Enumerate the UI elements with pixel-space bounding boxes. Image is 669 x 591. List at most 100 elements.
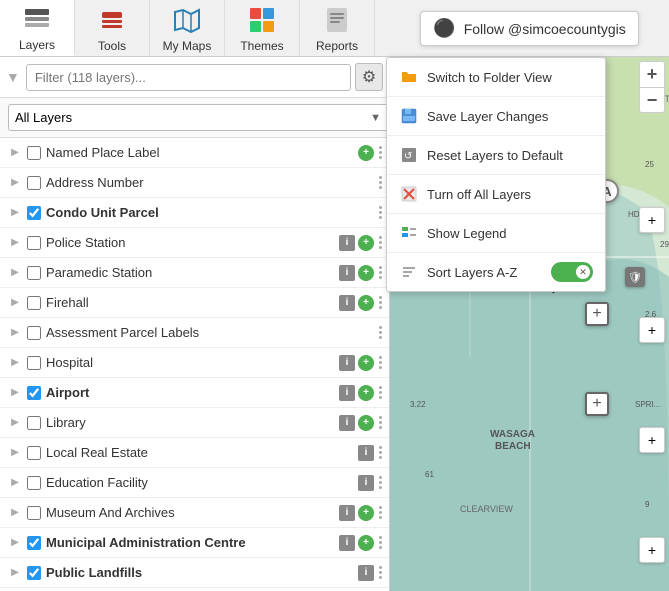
info-icon[interactable]: i	[339, 505, 355, 521]
layer-select[interactable]: All Layers	[8, 104, 390, 131]
gear-button[interactable]: ⚙	[355, 63, 383, 91]
expand-button[interactable]: ▶	[8, 386, 22, 400]
expand-button[interactable]: ▶	[8, 566, 22, 580]
sort-toggle[interactable]: ✕	[551, 262, 593, 282]
menu-item-turnoff[interactable]: Turn off All Layers	[387, 175, 605, 214]
layer-checkbox[interactable]	[27, 356, 41, 370]
expand-button[interactable]: ▶	[8, 476, 22, 490]
layer-item: ▶Condo Unit Parcel	[0, 198, 389, 228]
expand-button[interactable]: ▶	[8, 506, 22, 520]
layer-checkbox[interactable]	[27, 266, 41, 280]
dots-menu[interactable]	[376, 474, 385, 491]
expand-button[interactable]: ▶	[8, 266, 22, 280]
layer-item: ▶Address Number	[0, 168, 389, 198]
info-icon[interactable]: i	[339, 295, 355, 311]
layer-checkbox[interactable]	[27, 566, 41, 580]
info-icon[interactable]: i	[339, 235, 355, 251]
expand-button[interactable]: ▶	[8, 236, 22, 250]
info-icon[interactable]: i	[339, 535, 355, 551]
menu-item-legend[interactable]: Show Legend	[387, 214, 605, 253]
layer-checkbox[interactable]	[27, 206, 41, 220]
follow-button[interactable]: ⚫ Follow @simcoecountygis	[420, 11, 638, 46]
expand-button[interactable]: ▶	[8, 326, 22, 340]
dots-menu[interactable]	[376, 174, 385, 191]
nav-item-tools[interactable]: Tools	[75, 0, 150, 56]
green-dot-icon[interactable]: +	[358, 355, 374, 371]
info-icon[interactable]: i	[339, 415, 355, 431]
search-input[interactable]	[26, 64, 351, 91]
dots-menu[interactable]	[376, 294, 385, 311]
dots-menu[interactable]	[376, 354, 385, 371]
layer-checkbox[interactable]	[27, 536, 41, 550]
layer-checkbox[interactable]	[27, 386, 41, 400]
layer-checkbox[interactable]	[27, 446, 41, 460]
green-dot-icon[interactable]: +	[358, 145, 374, 161]
layer-checkbox[interactable]	[27, 146, 41, 160]
expand-button[interactable]: ▶	[8, 536, 22, 550]
sort-icon	[399, 262, 419, 282]
zoom-out-button[interactable]: −	[639, 87, 665, 113]
nav-item-reports[interactable]: Reports	[300, 0, 375, 56]
info-icon[interactable]: i	[358, 565, 374, 581]
dots-menu[interactable]	[376, 264, 385, 281]
dots-menu[interactable]	[376, 144, 385, 161]
nav-item-mymaps[interactable]: My Maps	[150, 0, 225, 56]
green-dot-icon[interactable]: +	[358, 295, 374, 311]
dots-menu[interactable]	[376, 504, 385, 521]
dots-menu[interactable]	[376, 234, 385, 251]
layer-checkbox[interactable]	[27, 476, 41, 490]
info-icon[interactable]: i	[339, 355, 355, 371]
layer-checkbox[interactable]	[27, 236, 41, 250]
layer-icons: i+	[339, 385, 374, 401]
svg-text:WASAGA: WASAGA	[490, 429, 535, 440]
map-nav-btn-4[interactable]: +	[639, 537, 665, 563]
map-nav-btn-2[interactable]: +	[639, 317, 665, 343]
green-dot-icon[interactable]: +	[358, 535, 374, 551]
dots-menu[interactable]	[376, 444, 385, 461]
layer-item: ▶Paramedic Stationi+	[0, 258, 389, 288]
info-icon[interactable]: i	[358, 475, 374, 491]
sort-label: Sort Layers A-Z	[427, 265, 543, 280]
green-dot-icon[interactable]: +	[358, 415, 374, 431]
expand-button[interactable]: ▶	[8, 296, 22, 310]
expand-button[interactable]: ▶	[8, 356, 22, 370]
layers-icon	[21, 3, 53, 35]
layer-icons: i+	[339, 235, 374, 251]
map-nav-btn-1[interactable]: +	[639, 207, 665, 233]
info-icon[interactable]: i	[339, 265, 355, 281]
menu-item-reset[interactable]: ↺ Reset Layers to Default	[387, 136, 605, 175]
nav-item-themes[interactable]: Themes	[225, 0, 300, 56]
map-nav-btn-3[interactable]: +	[639, 427, 665, 453]
dots-menu[interactable]	[376, 534, 385, 551]
dots-menu[interactable]	[376, 564, 385, 581]
dots-menu[interactable]	[376, 384, 385, 401]
map-marker-plus2: +	[585, 302, 609, 326]
green-dot-icon[interactable]: +	[358, 265, 374, 281]
layer-checkbox[interactable]	[27, 296, 41, 310]
svg-text:29: 29	[660, 240, 669, 249]
green-dot-icon[interactable]: +	[358, 235, 374, 251]
menu-item-save-changes[interactable]: Save Layer Changes	[387, 97, 605, 136]
layer-item: ▶Airporti+	[0, 378, 389, 408]
green-dot-icon[interactable]: +	[358, 385, 374, 401]
nav-label-mymaps: My Maps	[163, 39, 212, 53]
expand-button[interactable]: ▶	[8, 176, 22, 190]
dots-menu[interactable]	[376, 414, 385, 431]
info-icon[interactable]: i	[358, 445, 374, 461]
info-icon[interactable]: i	[339, 385, 355, 401]
expand-button[interactable]: ▶	[8, 446, 22, 460]
layer-checkbox[interactable]	[27, 416, 41, 430]
green-dot-icon[interactable]: +	[358, 505, 374, 521]
expand-button[interactable]: ▶	[8, 416, 22, 430]
layer-checkbox[interactable]	[27, 176, 41, 190]
dots-menu[interactable]	[376, 204, 385, 221]
layer-checkbox[interactable]	[27, 506, 41, 520]
dots-menu[interactable]	[376, 324, 385, 341]
expand-button[interactable]: ▶	[8, 146, 22, 160]
layer-checkbox[interactable]	[27, 326, 41, 340]
layer-item: ▶Assessment Parcel Labels	[0, 318, 389, 348]
expand-button[interactable]: ▶	[8, 206, 22, 220]
nav-item-layers[interactable]: Layers	[0, 0, 75, 56]
zoom-in-button[interactable]: +	[639, 61, 665, 87]
menu-item-folder-view[interactable]: Switch to Folder View	[387, 58, 605, 97]
